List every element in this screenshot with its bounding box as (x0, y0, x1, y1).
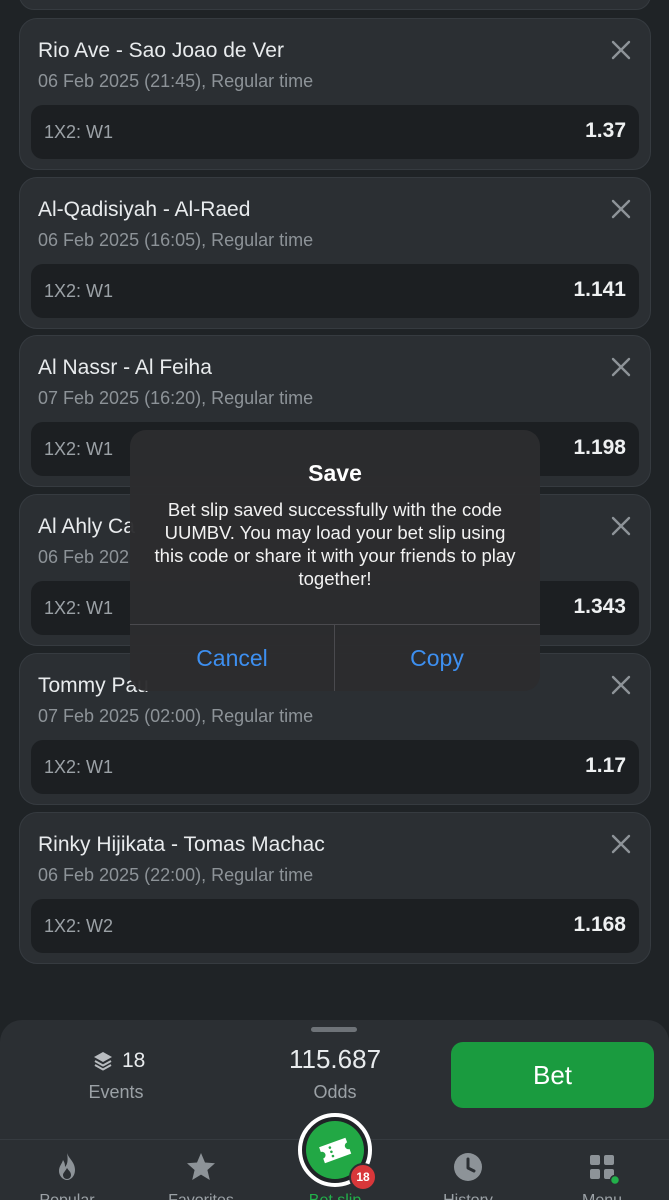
bet-selection-card: Rinky Hijikata - Tomas Machac 06 Feb 202… (19, 812, 651, 964)
copy-button[interactable]: Copy (335, 625, 539, 691)
clock-icon (454, 1153, 482, 1181)
match-teams: Al-Qadisiyah - Al-Raed (38, 198, 251, 221)
tab-label: Popular (0, 1192, 134, 1200)
tab-favorites[interactable]: Favorites (134, 1140, 268, 1200)
market-label: 1X2: W2 (44, 916, 114, 936)
bet-selection-card: Rio Ave - Sao Joao de Ver 06 Feb 2025 (2… (19, 18, 651, 170)
save-alert-dialog: Save Bet slip saved successfully with th… (130, 430, 540, 691)
tab-label: Bet slip (268, 1192, 402, 1200)
tab-history[interactable]: History (401, 1140, 535, 1200)
events-count: 18 (122, 1049, 146, 1072)
events-label: Events (88, 1082, 144, 1102)
odd-value: 1.343 (573, 595, 626, 618)
close-icon[interactable] (610, 356, 632, 378)
dialog-title: Save (308, 460, 362, 486)
bet-outcome-row[interactable]: 1X2: W1 1.17 (31, 740, 639, 794)
previous-card-edge (19, 0, 651, 10)
market-label: 1X2: W1 (44, 122, 114, 142)
match-teams: Rio Ave - Sao Joao de Ver (38, 39, 284, 62)
odd-value: 1.198 (573, 436, 626, 459)
drag-handle[interactable] (311, 1027, 357, 1032)
cancel-button[interactable]: Cancel (130, 625, 334, 691)
match-teams: Al Ahly Ca (38, 515, 135, 538)
match-date: 06 Feb 2025 (16:05), Regular time (38, 230, 314, 250)
dialog-message: Bet slip saved successfully with the cod… (154, 499, 516, 589)
odd-value: 1.37 (585, 119, 626, 142)
odd-value: 1.141 (573, 278, 626, 301)
match-teams: Al Nassr - Al Feiha (38, 356, 212, 379)
flame-icon (59, 1153, 75, 1180)
odd-value: 1.17 (585, 754, 626, 777)
market-label: 1X2: W1 (44, 281, 114, 301)
close-icon[interactable] (610, 833, 632, 855)
tab-label: Menu (535, 1192, 669, 1200)
close-icon[interactable] (610, 674, 632, 696)
match-date: 06 Feb 2025 (22:00), Regular time (38, 865, 314, 885)
odd-value: 1.168 (573, 913, 626, 936)
close-icon[interactable] (610, 39, 632, 61)
bet-outcome-row[interactable]: 1X2: W1 1.141 (31, 264, 639, 318)
bet-selection-card: Al-Qadisiyah - Al-Raed 06 Feb 2025 (16:0… (19, 177, 651, 329)
match-date: 06 Feb 202 (38, 547, 130, 567)
match-date: 07 Feb 2025 (16:20), Regular time (38, 388, 314, 408)
bet-slip-count-badge: 18 (349, 1163, 377, 1191)
match-date: 06 Feb 2025 (21:45), Regular time (38, 71, 314, 91)
grid-menu-icon (590, 1155, 619, 1184)
layers-icon (94, 1052, 112, 1071)
market-label: 1X2: W1 (44, 598, 114, 618)
total-odds-value: 115.687 (288, 1044, 382, 1074)
match-date: 07 Feb 2025 (02:00), Regular time (38, 706, 314, 726)
match-teams: Rinky Hijikata - Tomas Machac (38, 833, 325, 856)
market-label: 1X2: W1 (44, 757, 114, 777)
tab-label: Favorites (134, 1192, 268, 1200)
tab-label: History (401, 1192, 535, 1200)
tab-menu[interactable]: Menu (535, 1140, 669, 1200)
total-odds-label: Odds (313, 1082, 357, 1102)
bet-outcome-row[interactable]: 1X2: W1 1.37 (31, 105, 639, 159)
place-bet-button[interactable]: Bet (451, 1042, 654, 1108)
bet-outcome-row[interactable]: 1X2: W2 1.168 (31, 899, 639, 953)
close-icon[interactable] (610, 198, 632, 220)
star-icon (187, 1153, 215, 1180)
market-label: 1X2: W1 (44, 439, 114, 459)
close-icon[interactable] (610, 515, 632, 537)
tab-popular[interactable]: Popular (0, 1140, 134, 1200)
